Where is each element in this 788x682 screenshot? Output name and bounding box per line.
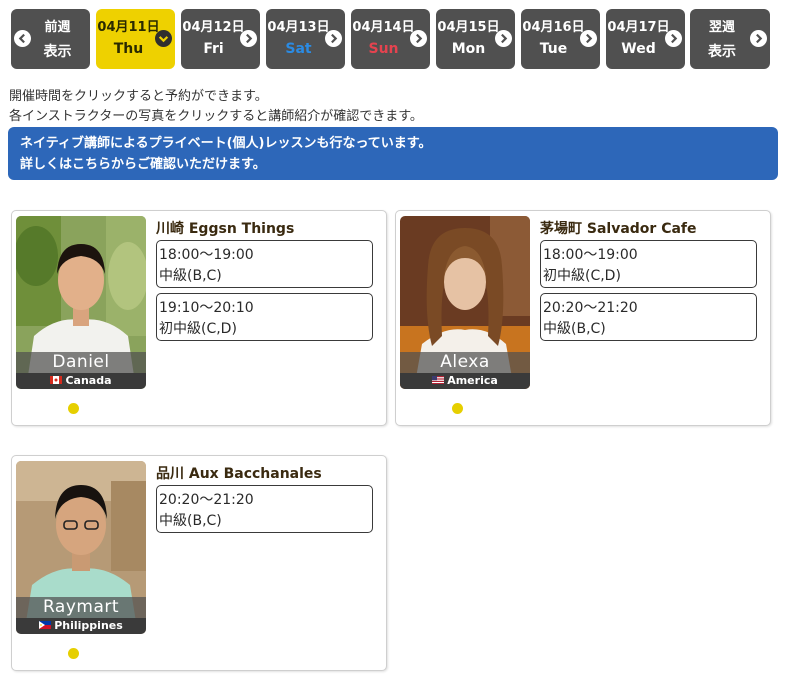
chevron-right-icon	[410, 30, 427, 47]
lesson-card: Alexa America 茅場町 Salvador Cafe 18:00〜19…	[395, 210, 771, 426]
lesson-card: Raymart Philippines 品川 Aux Bacchanales 2…	[11, 455, 387, 671]
day-weekday: Sat	[285, 41, 312, 57]
chevron-right-icon	[580, 30, 597, 47]
prev-week-label: 前週	[44, 20, 71, 35]
time-slot[interactable]: 18:00〜19:00 初中級(C,D)	[540, 240, 757, 288]
day-weekday: Tue	[539, 41, 568, 57]
instructor-country: Canada	[16, 373, 146, 389]
day-date: 04月12日	[182, 20, 245, 35]
slot-level: 初中級(C,D)	[543, 268, 621, 284]
philippines-flag-icon	[39, 621, 52, 629]
status-dot	[452, 403, 463, 414]
day-tab-0416[interactable]: 04月16日 Tue	[521, 9, 600, 69]
chevron-right-icon	[240, 30, 257, 47]
instruction-line: 各インストラクターの写真をクリックすると講師紹介が確認できます。	[9, 109, 423, 124]
venue-name: 品川 Aux Bacchanales	[156, 466, 322, 482]
banner-link-line[interactable]: 詳しくはこちらからご確認いただけます。	[20, 154, 766, 175]
usa-flag-icon	[432, 376, 445, 384]
day-date: 04月13日	[267, 20, 330, 35]
lesson-card: Daniel Canada 川崎 Eggsn Things 18:00〜19:0…	[11, 210, 387, 426]
slot-time: 18:00〜19:00	[543, 247, 638, 263]
next-week-button[interactable]: 翌週 表示	[690, 9, 770, 69]
day-date: 04月14日	[352, 20, 415, 35]
slot-level: 中級(B,C)	[159, 513, 222, 529]
day-tab-0413[interactable]: 04月13日 Sat	[266, 9, 345, 69]
private-lesson-banner[interactable]: ネイティブ講師によるプライベート(個人)レッスンも行なっています。 詳しくはこち…	[8, 127, 778, 180]
instructor-name: Alexa	[400, 352, 530, 373]
day-date: 04月15日	[437, 20, 500, 35]
slot-time: 18:00〜19:00	[159, 247, 254, 263]
day-tab-0411[interactable]: 04月11日 Thu	[96, 9, 175, 69]
next-week-sublabel: 表示	[708, 44, 736, 60]
day-weekday: Sun	[368, 41, 399, 57]
slot-time: 19:10〜20:10	[159, 300, 254, 316]
instructor-photo[interactable]: Raymart Philippines	[16, 461, 146, 634]
time-slot[interactable]: 20:20〜21:20 中級(B,C)	[156, 485, 373, 533]
prev-week-sublabel: 表示	[43, 44, 72, 60]
day-weekday: Fri	[203, 41, 224, 57]
instructor-country: America	[400, 373, 530, 389]
slot-level: 中級(B,C)	[159, 268, 222, 284]
day-date: 04月16日	[522, 20, 585, 35]
chevron-down-icon	[155, 30, 172, 47]
instructor-country: Philippines	[16, 618, 146, 634]
slot-level: 初中級(C,D)	[159, 321, 237, 337]
canada-flag-icon	[50, 376, 63, 384]
instructor-photo[interactable]: Daniel Canada	[16, 216, 146, 389]
status-dot	[68, 648, 79, 659]
day-tab-0412[interactable]: 04月12日 Fri	[181, 9, 260, 69]
instruction-line: 開催時間をクリックすると予約ができます。	[9, 89, 268, 104]
time-slot[interactable]: 20:20〜21:20 中級(B,C)	[540, 293, 757, 341]
country-label: America	[447, 374, 498, 387]
day-weekday: Wed	[621, 41, 656, 57]
day-weekday: Thu	[113, 41, 144, 57]
slot-time: 20:20〜21:20	[159, 492, 254, 508]
country-label: Philippines	[54, 619, 123, 632]
day-tab-0417[interactable]: 04月17日 Wed	[606, 9, 685, 69]
day-date: 04月11日	[97, 20, 160, 35]
slot-time: 20:20〜21:20	[543, 300, 638, 316]
time-slot[interactable]: 18:00〜19:00 中級(B,C)	[156, 240, 373, 288]
instructions: 開催時間をクリックすると予約ができます。 各インストラクターの写真をクリックする…	[9, 87, 423, 127]
next-week-label: 翌週	[708, 20, 735, 35]
instructor-name: Daniel	[16, 352, 146, 373]
slot-level: 中級(B,C)	[543, 321, 606, 337]
chevron-right-icon	[325, 30, 342, 47]
day-tab-0414[interactable]: 04月14日 Sun	[351, 9, 430, 69]
venue-name: 茅場町 Salvador Cafe	[540, 221, 697, 237]
day-weekday: Mon	[451, 41, 486, 57]
instructor-photo[interactable]: Alexa America	[400, 216, 530, 389]
venue-name: 川崎 Eggsn Things	[156, 221, 295, 237]
country-label: Canada	[65, 374, 112, 387]
prev-week-button[interactable]: 前週 表示	[11, 9, 90, 69]
status-dot	[68, 403, 79, 414]
chevron-right-icon	[495, 30, 512, 47]
chevron-right-icon	[750, 30, 767, 47]
day-tab-0415[interactable]: 04月15日 Mon	[436, 9, 515, 69]
day-date: 04月17日	[607, 20, 670, 35]
chevron-right-icon	[665, 30, 682, 47]
instructor-name: Raymart	[16, 597, 146, 618]
banner-line: ネイティブ講師によるプライベート(個人)レッスンも行なっています。	[20, 136, 432, 151]
time-slot[interactable]: 19:10〜20:10 初中級(C,D)	[156, 293, 373, 341]
